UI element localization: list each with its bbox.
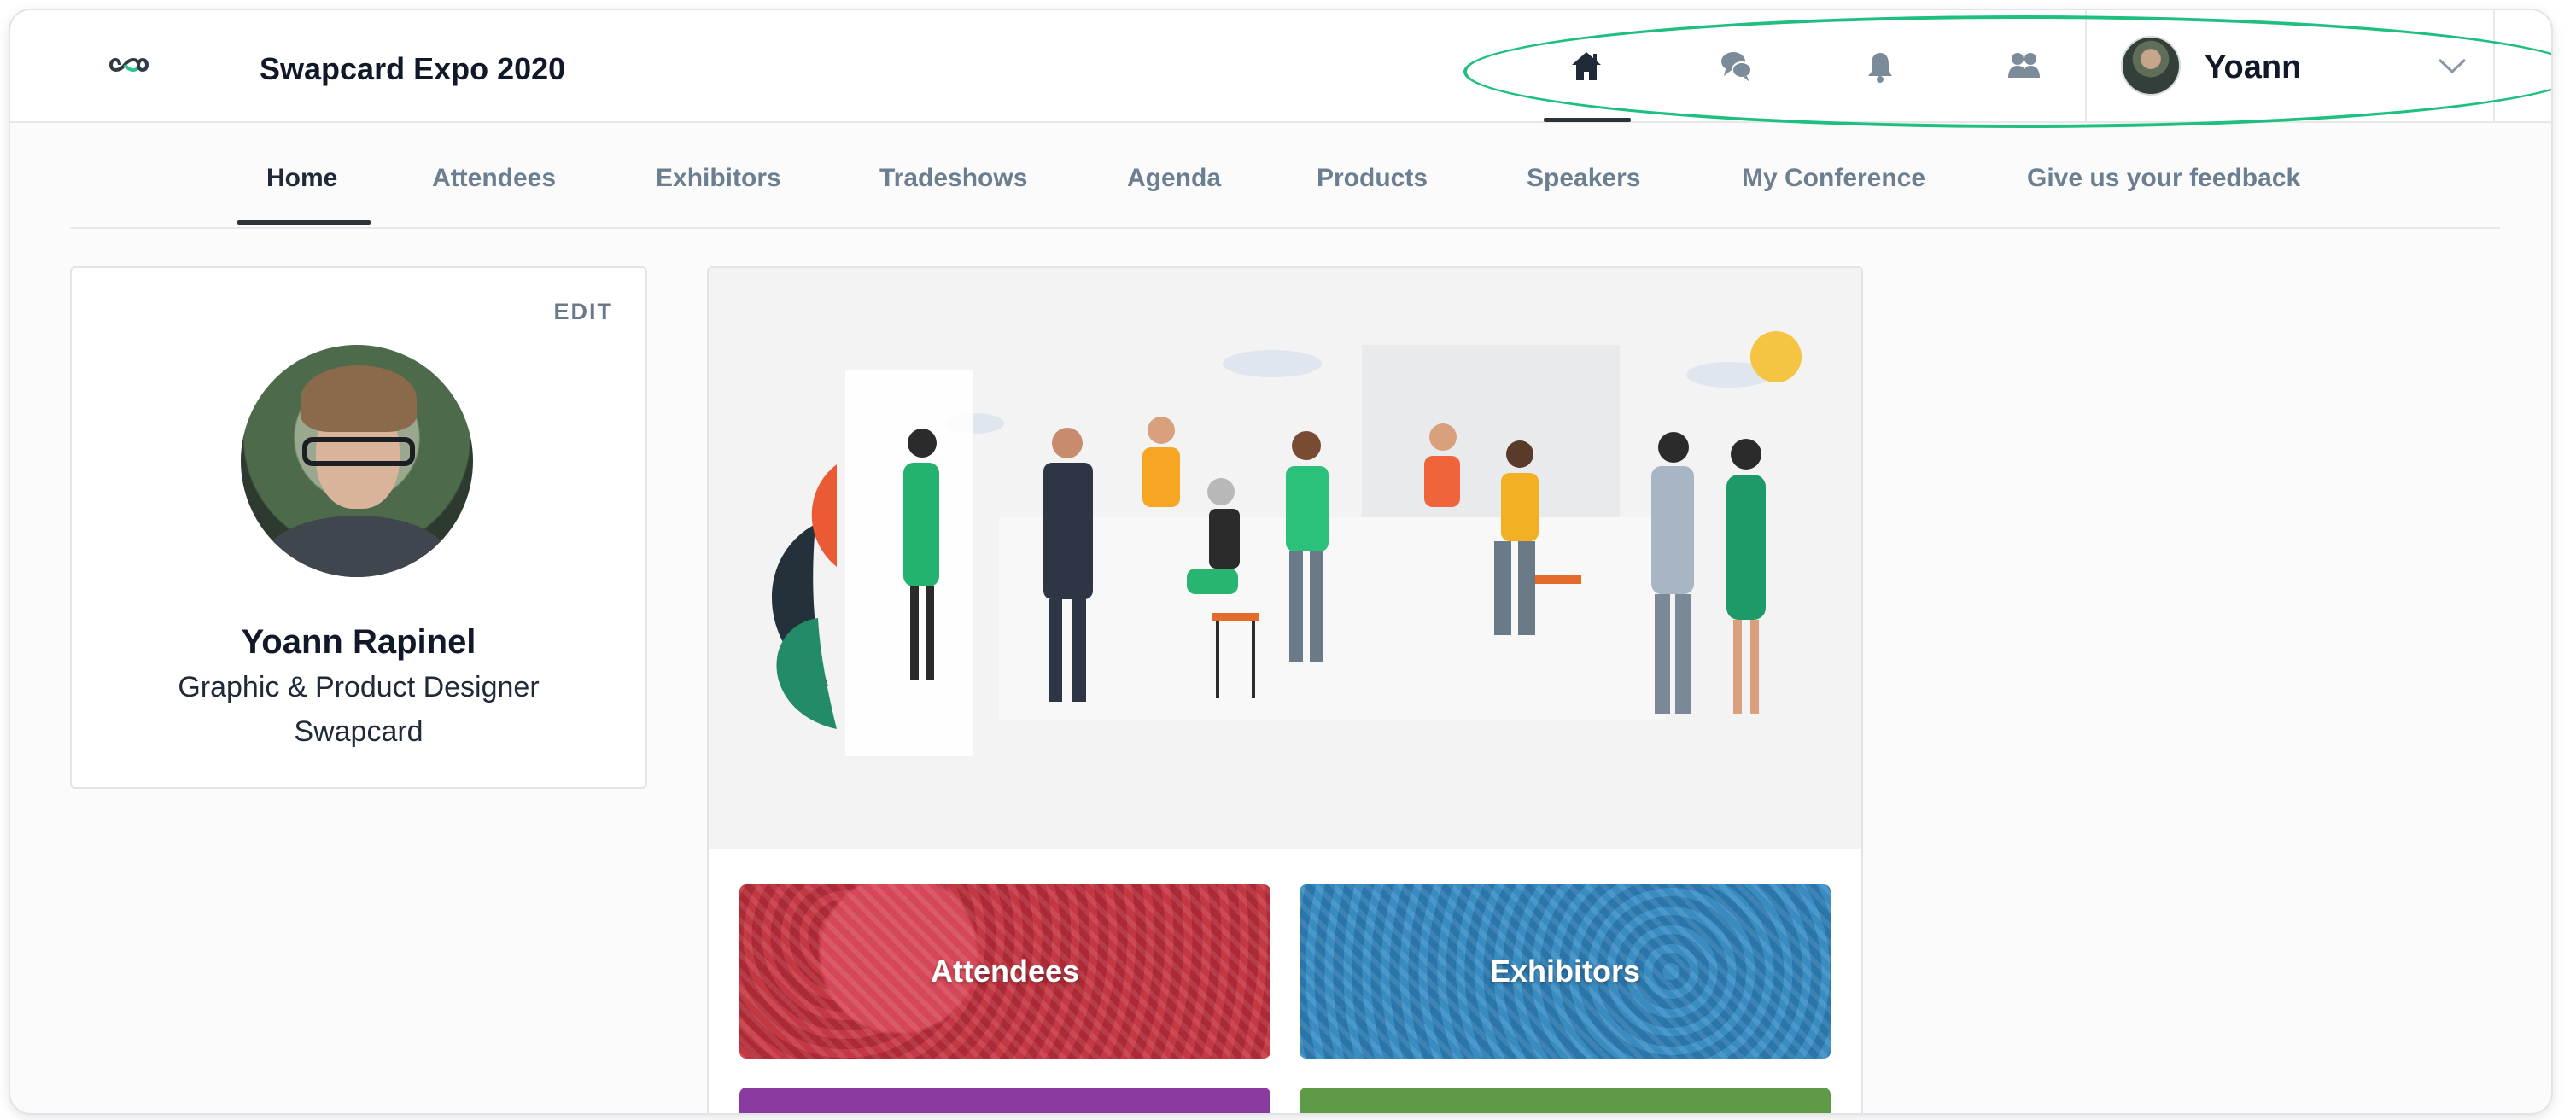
attendees-tile[interactable]: Attendees xyxy=(739,884,1270,1059)
tab-tradeshows[interactable]: Tradeshows xyxy=(879,164,1027,193)
avatar-glasses-shape xyxy=(302,437,415,466)
attendees-tile-label: Attendees xyxy=(930,954,1080,989)
edit-profile-button[interactable]: EDIT xyxy=(553,299,613,325)
tab-agenda[interactable]: Agenda xyxy=(1127,164,1221,193)
tab-exhibitors[interactable]: Exhibitors xyxy=(656,164,781,193)
home-content-panel: Attendees Exhibitors xyxy=(707,266,1863,1113)
secondary-nav: Home Attendees Exhibitors Tradeshows Age… xyxy=(70,125,2500,229)
app-window: Swapcard Expo 2020 Yoann Home Attendees … xyxy=(9,9,2553,1115)
profile-card: EDIT Yoann Rapinel Graphic & Product Des… xyxy=(70,266,647,789)
active-home-indicator xyxy=(1544,118,1631,122)
top-bar: Swapcard Expo 2020 Yoann xyxy=(10,10,2551,128)
event-title[interactable]: Swapcard Expo 2020 xyxy=(260,51,565,87)
avatar-shirt-shape xyxy=(265,516,449,577)
profile-name[interactable]: Yoann Rapinel xyxy=(72,623,645,662)
green-tile[interactable] xyxy=(1300,1088,1831,1113)
profile-company: Swapcard xyxy=(294,715,423,748)
profile-avatar[interactable] xyxy=(241,345,473,577)
highlight-annotation-ring xyxy=(1463,15,2551,128)
infinity-logo-icon[interactable] xyxy=(106,50,157,80)
tab-speakers[interactable]: Speakers xyxy=(1527,164,1640,193)
exhibitors-tile-label: Exhibitors xyxy=(1489,954,1641,989)
event-networking-illustration xyxy=(771,331,1802,756)
tab-attendees[interactable]: Attendees xyxy=(432,164,556,193)
hero-illustration xyxy=(709,268,1861,849)
active-tab-indicator xyxy=(237,220,371,225)
tab-feedback[interactable]: Give us your feedback xyxy=(2027,164,2300,193)
tab-home[interactable]: Home xyxy=(266,164,337,193)
tab-products[interactable]: Products xyxy=(1317,164,1428,193)
tab-my-conference[interactable]: My Conference xyxy=(1742,164,1925,193)
exhibitors-tile[interactable]: Exhibitors xyxy=(1300,884,1831,1059)
profile-role: Graphic & Product Designer xyxy=(178,671,540,703)
avatar-hair-shape xyxy=(301,365,417,432)
purple-tile[interactable] xyxy=(739,1088,1270,1113)
